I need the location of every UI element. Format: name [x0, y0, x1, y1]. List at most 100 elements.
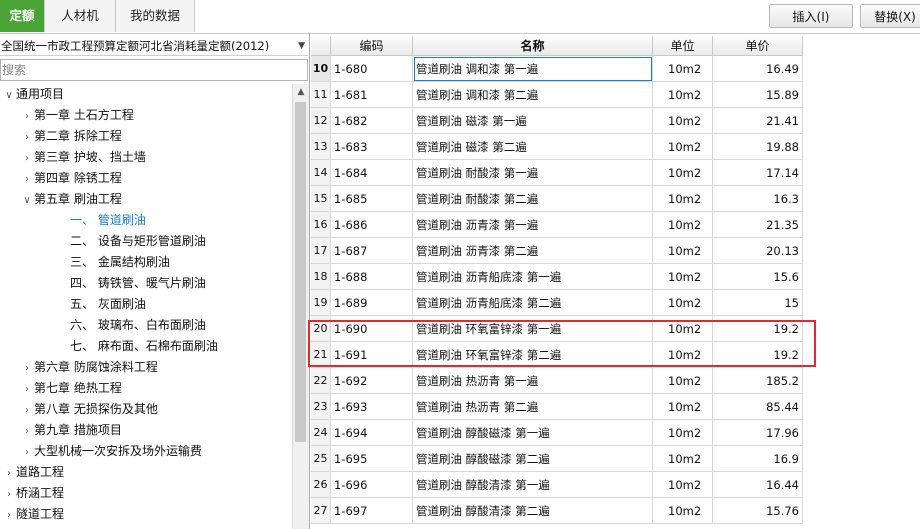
- chevron-right-icon[interactable]: ›: [20, 169, 34, 190]
- table-row[interactable]: 14 1-684 管道刷油 耐酸漆 第一遍 10m2 17.14: [311, 160, 920, 186]
- scrollbar-thumb[interactable]: [295, 102, 306, 442]
- tree-item[interactable]: › 第一章 土石方工程: [20, 105, 134, 126]
- unit-cell[interactable]: 10m2: [653, 368, 713, 394]
- name-cell[interactable]: 管道刷油 醇酸磁漆 第二遍: [413, 446, 653, 472]
- tab-labor-material-machine[interactable]: 人材机: [45, 0, 116, 32]
- code-cell[interactable]: 1-682: [331, 108, 413, 134]
- table-row[interactable]: 25 1-695 管道刷油 醇酸磁漆 第二遍 10m2 16.9: [311, 446, 920, 472]
- chevron-down-icon[interactable]: ∨: [20, 190, 34, 211]
- unit-cell[interactable]: 10m2: [653, 446, 713, 472]
- table-row[interactable]: 12 1-682 管道刷油 磁漆 第一遍 10m2 21.41: [311, 108, 920, 134]
- name-cell[interactable]: 管道刷油 热沥青 第二遍: [413, 394, 653, 420]
- chevron-right-icon[interactable]: ›: [20, 421, 34, 442]
- name-cell[interactable]: 管道刷油 磁漆 第二遍: [413, 134, 653, 160]
- row-index-cell[interactable]: 14: [311, 160, 331, 186]
- chevron-down-icon[interactable]: ▼: [298, 36, 305, 55]
- unit-cell[interactable]: 10m2: [653, 212, 713, 238]
- table-row[interactable]: 22 1-692 管道刷油 热沥青 第一遍 10m2 185.2: [311, 368, 920, 394]
- table-row[interactable]: 19 1-689 管道刷油 沥青船底漆 第二遍 10m2 15: [311, 290, 920, 316]
- tree-item[interactable]: 三、 金属结构刷油: [56, 252, 170, 273]
- unit-cell[interactable]: 10m2: [653, 498, 713, 524]
- unit-cell[interactable]: 10m2: [653, 108, 713, 134]
- code-cell[interactable]: 1-688: [331, 264, 413, 290]
- table-row[interactable]: 24 1-694 管道刷油 醇酸磁漆 第一遍 10m2 17.96: [311, 420, 920, 446]
- code-cell[interactable]: 1-680: [331, 56, 413, 82]
- unit-cell[interactable]: 10m2: [653, 472, 713, 498]
- name-cell[interactable]: 管道刷油 沥青船底漆 第一遍: [413, 264, 653, 290]
- name-cell[interactable]: 管道刷油 耐酸漆 第二遍: [413, 186, 653, 212]
- chevron-right-icon[interactable]: ›: [20, 358, 34, 379]
- price-cell[interactable]: 16.3: [713, 186, 803, 212]
- name-cell[interactable]: 管道刷油 磁漆 第一遍: [413, 108, 653, 134]
- unit-cell[interactable]: 10m2: [653, 394, 713, 420]
- tree-item[interactable]: › 第八章 无损探伤及其他: [20, 399, 158, 420]
- table-row[interactable]: 15 1-685 管道刷油 耐酸漆 第二遍 10m2 16.3: [311, 186, 920, 212]
- row-index-cell[interactable]: 18: [311, 264, 331, 290]
- price-cell[interactable]: 21.35: [713, 212, 803, 238]
- unit-cell[interactable]: 10m2: [653, 342, 713, 368]
- tree-item[interactable]: › 第六章 防腐蚀涂料工程: [20, 357, 158, 378]
- code-cell[interactable]: 1-691: [331, 342, 413, 368]
- price-cell[interactable]: 15: [713, 290, 803, 316]
- price-cell[interactable]: 15.76: [713, 498, 803, 524]
- chevron-right-icon[interactable]: ›: [20, 148, 34, 169]
- tree-item[interactable]: ∨ 第五章 刷油工程: [20, 189, 122, 210]
- unit-cell[interactable]: 10m2: [653, 186, 713, 212]
- tree-item[interactable]: › 第九章 措施项目: [20, 420, 122, 441]
- unit-cell[interactable]: 10m2: [653, 134, 713, 160]
- row-index-cell[interactable]: 27: [311, 498, 331, 524]
- code-cell[interactable]: 1-685: [331, 186, 413, 212]
- row-index-cell[interactable]: 23: [311, 394, 331, 420]
- row-index-cell[interactable]: 25: [311, 446, 331, 472]
- name-cell[interactable]: 管道刷油 沥青船底漆 第二遍: [413, 290, 653, 316]
- header-code[interactable]: 编码: [331, 36, 413, 56]
- price-cell[interactable]: 16.44: [713, 472, 803, 498]
- unit-cell[interactable]: 10m2: [653, 316, 713, 342]
- tree-item[interactable]: 七、 麻布面、石棉布面刷油: [56, 336, 218, 357]
- tree-item[interactable]: 一、 管道刷油: [56, 210, 146, 231]
- code-cell[interactable]: 1-689: [331, 290, 413, 316]
- price-cell[interactable]: 16.9: [713, 446, 803, 472]
- table-row[interactable]: 27 1-697 管道刷油 醇酸清漆 第二遍 10m2 15.76: [311, 498, 920, 524]
- quota-library-select[interactable]: 全国统一市政工程预算定额河北省消耗量定额(2012) ▼: [0, 36, 308, 56]
- name-cell[interactable]: 管道刷油 调和漆 第二遍: [413, 82, 653, 108]
- code-cell[interactable]: 1-697: [331, 498, 413, 524]
- chevron-right-icon[interactable]: ›: [2, 484, 16, 505]
- unit-cell[interactable]: 10m2: [653, 56, 713, 82]
- tree-item[interactable]: › 隧道工程: [2, 504, 64, 525]
- name-cell[interactable]: 管道刷油 沥青漆 第一遍: [413, 212, 653, 238]
- price-cell[interactable]: 185.2: [713, 368, 803, 394]
- tree-item[interactable]: ∨ 通用项目: [2, 84, 64, 105]
- code-cell[interactable]: 1-684: [331, 160, 413, 186]
- row-index-cell[interactable]: 16: [311, 212, 331, 238]
- tree-item[interactable]: › 第三章 护坡、挡土墙: [20, 147, 146, 168]
- unit-cell[interactable]: 10m2: [653, 238, 713, 264]
- row-index-cell[interactable]: 11: [311, 82, 331, 108]
- insert-button[interactable]: 插入(I): [769, 4, 853, 28]
- tree-item[interactable]: › 第二章 拆除工程: [20, 126, 122, 147]
- price-cell[interactable]: 21.41: [713, 108, 803, 134]
- price-cell[interactable]: 16.49: [713, 56, 803, 82]
- row-index-cell[interactable]: 21: [311, 342, 331, 368]
- unit-cell[interactable]: 10m2: [653, 160, 713, 186]
- code-cell[interactable]: 1-686: [331, 212, 413, 238]
- price-cell[interactable]: 19.2: [713, 316, 803, 342]
- tree-item[interactable]: 五、 灰面刷油: [56, 294, 146, 315]
- table-row[interactable]: 11 1-681 管道刷油 调和漆 第二遍 10m2 15.89: [311, 82, 920, 108]
- table-row[interactable]: 13 1-683 管道刷油 磁漆 第二遍 10m2 19.88: [311, 134, 920, 160]
- price-cell[interactable]: 15.6: [713, 264, 803, 290]
- tree-item[interactable]: › 桥涵工程: [2, 483, 64, 504]
- unit-cell[interactable]: 10m2: [653, 264, 713, 290]
- price-cell[interactable]: 17.14: [713, 160, 803, 186]
- row-index-cell[interactable]: 22: [311, 368, 331, 394]
- code-cell[interactable]: 1-693: [331, 394, 413, 420]
- tree-item[interactable]: › 道路工程: [2, 462, 64, 483]
- row-index-cell[interactable]: 10: [311, 56, 331, 82]
- chevron-right-icon[interactable]: ›: [20, 379, 34, 400]
- code-cell[interactable]: 1-681: [331, 82, 413, 108]
- name-cell[interactable]: 管道刷油 醇酸磁漆 第一遍: [413, 420, 653, 446]
- tree-item[interactable]: 二、 设备与矩形管道刷油: [56, 231, 206, 252]
- table-row[interactable]: 26 1-696 管道刷油 醇酸清漆 第一遍 10m2 16.44: [311, 472, 920, 498]
- header-price[interactable]: 单价: [713, 36, 803, 56]
- tree-item[interactable]: › 大型机械一次安拆及场外运输费: [20, 441, 202, 462]
